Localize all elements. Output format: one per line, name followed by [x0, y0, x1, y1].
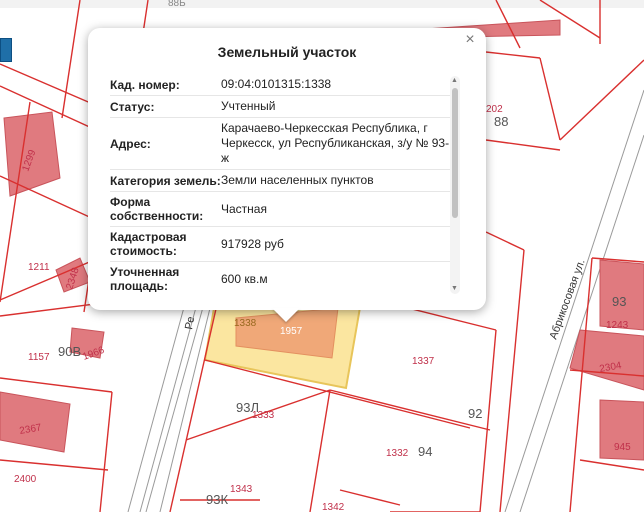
parcel-label: 1332 [386, 448, 409, 459]
house-number: 92 [468, 406, 482, 421]
parcel-info-popup: × Земельный участок Кад. номер: 09:04:01… [88, 28, 486, 310]
parcel-label: 1243 [606, 320, 629, 331]
popup-title: Земельный участок [217, 44, 357, 60]
house-number: 93К [206, 492, 228, 507]
parcel-label: 1157 [28, 352, 50, 363]
popup-pointer [272, 308, 300, 322]
parcel-label: 945 [614, 442, 631, 453]
layer-toggle-button[interactable] [0, 38, 12, 62]
field-label: Статус: [110, 99, 155, 114]
parcel-label: 2400 [14, 474, 37, 485]
field-label: Уточненная площадь: [110, 265, 180, 292]
field-row-cadastral-number: Кад. номер: 09:04:0101315:1338 [110, 74, 460, 96]
field-value: Учтенный [221, 99, 276, 113]
scroll-up-icon[interactable]: ▲ [451, 77, 458, 85]
parcel-label: 1342 [322, 502, 345, 512]
field-row-land-category: Категория земель: Земли населенных пункт… [110, 170, 460, 192]
house-number: 88 [494, 114, 508, 129]
field-value: 917928 руб [221, 236, 284, 251]
field-row-area: Уточненная площадь: 600 кв.м [110, 262, 460, 292]
field-row-status: Статус: Учтенный [110, 96, 460, 118]
field-value: 09:04:0101315:1338 [221, 77, 332, 91]
parcel-label: 1338 [234, 318, 257, 329]
popup-fields[interactable]: Кад. номер: 09:04:0101315:1338 Статус: У… [110, 74, 460, 292]
parcel-label: 1337 [412, 356, 435, 367]
house-number: 93Л [236, 400, 259, 415]
field-label: Кадастровая стоимость: [110, 230, 187, 258]
field-value: Частная [221, 201, 267, 216]
field-row-ownership: Форма собственности: Частная [110, 192, 460, 227]
field-label: Категория земель: [110, 173, 221, 188]
house-number: 93 [612, 294, 626, 309]
parcel-label: 1957 [280, 326, 303, 337]
parcel-label: 1211 [28, 262, 50, 273]
scroll-down-icon[interactable]: ▼ [451, 285, 458, 293]
field-value: 600 кв.м [221, 271, 268, 286]
parcel-label: 1343 [230, 484, 253, 495]
field-label: Кад. номер: [110, 77, 180, 92]
parcel-label: 88Б [168, 0, 186, 9]
field-value: Карачаево-Черкесская Республика, г Черке… [221, 121, 450, 165]
house-number: 94 [418, 444, 432, 459]
field-row-address: Адрес: Карачаево-Черкесская Республика, … [110, 118, 460, 170]
street-label: Ре [183, 316, 197, 331]
field-row-cadastral-value: Кадастровая стоимость: 917928 руб [110, 227, 460, 262]
scrollbar-thumb[interactable] [452, 88, 458, 218]
field-value: Земли населенных пунктов [221, 173, 374, 187]
field-label: Адрес: [110, 136, 151, 151]
field-label: Форма собственности: [110, 195, 204, 223]
popup-scrollbar[interactable]: ▲ ▼ [450, 76, 460, 294]
house-number: 90В [58, 344, 81, 359]
